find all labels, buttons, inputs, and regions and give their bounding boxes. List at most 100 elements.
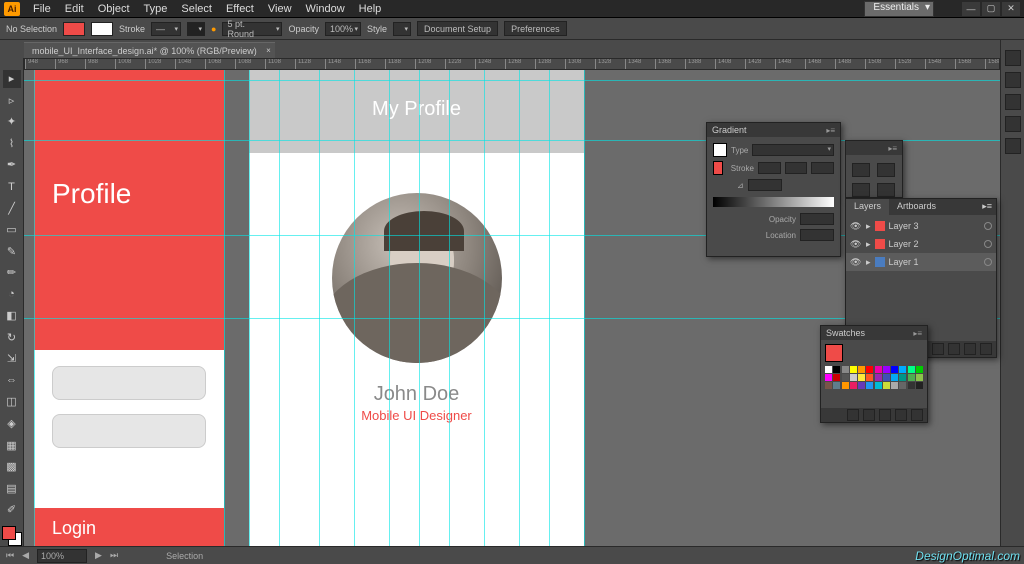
swatches-panel[interactable]: Swatches▸≡ xyxy=(820,325,928,423)
eraser-tool[interactable]: ◧ xyxy=(3,307,21,325)
swatch-cell[interactable] xyxy=(866,382,873,389)
clip-mask-icon[interactable] xyxy=(932,343,944,355)
gradient-preview[interactable] xyxy=(713,143,727,157)
panel-icon[interactable] xyxy=(1005,116,1021,132)
panel-icon[interactable] xyxy=(1005,138,1021,154)
menu-edit[interactable]: Edit xyxy=(58,3,91,15)
swatch-opts-icon[interactable] xyxy=(863,409,875,421)
document-tab[interactable]: mobile_UI_Interface_design.ai* @ 100% (R… xyxy=(24,42,275,58)
brush-tool[interactable]: ✎ xyxy=(3,242,21,260)
workspace-dropdown[interactable]: Essentials xyxy=(864,1,934,17)
artboard-login[interactable]: Profile Login xyxy=(34,70,224,546)
menu-type[interactable]: Type xyxy=(137,3,175,15)
artboards-tab[interactable]: Artboards xyxy=(889,199,944,215)
swatch-cell[interactable] xyxy=(883,374,890,381)
swatch-cell[interactable] xyxy=(858,382,865,389)
swatch-cell[interactable] xyxy=(875,366,882,373)
target-icon[interactable] xyxy=(984,258,992,266)
swatch-cell[interactable] xyxy=(866,366,873,373)
zoom-input[interactable]: 100% xyxy=(37,549,87,563)
swatch-cell[interactable] xyxy=(875,374,882,381)
lasso-tool[interactable]: ⌇ xyxy=(3,135,21,153)
new-group-icon[interactable] xyxy=(879,409,891,421)
brush-dropdown[interactable]: 5 pt. Round xyxy=(222,22,282,36)
menu-help[interactable]: Help xyxy=(352,3,389,15)
visibility-icon[interactable]: 👁 xyxy=(850,221,862,232)
pencil-tool[interactable]: ✏ xyxy=(3,264,21,282)
panel-icon[interactable] xyxy=(877,163,895,177)
panel-icon[interactable] xyxy=(1005,50,1021,66)
free-transform-tool[interactable]: ◫ xyxy=(3,393,21,411)
preferences-button[interactable]: Preferences xyxy=(504,21,567,36)
login-button[interactable]: Login xyxy=(34,508,224,546)
swatch-cell[interactable] xyxy=(858,374,865,381)
selection-tool[interactable]: ▸ xyxy=(3,70,21,88)
stroke-option[interactable] xyxy=(758,162,781,174)
swatch-cell[interactable] xyxy=(916,374,923,381)
style-dropdown[interactable] xyxy=(393,22,411,36)
delete-icon[interactable] xyxy=(980,343,992,355)
swatch-cell[interactable] xyxy=(850,366,857,373)
swatch-cell[interactable] xyxy=(842,382,849,389)
type-tool[interactable]: T xyxy=(3,178,21,196)
line-tool[interactable]: ╱ xyxy=(3,199,21,217)
menu-file[interactable]: File xyxy=(26,3,58,15)
target-icon[interactable] xyxy=(984,222,992,230)
width-tool[interactable]: ⇔ xyxy=(3,372,21,390)
swatch-cell[interactable] xyxy=(891,366,898,373)
nav-prev-icon[interactable]: ◀ xyxy=(22,550,29,561)
visibility-icon[interactable]: 👁 xyxy=(850,257,862,268)
menu-object[interactable]: Object xyxy=(91,3,137,15)
panel-menu-icon[interactable]: ▸≡ xyxy=(888,144,897,153)
document-setup-button[interactable]: Document Setup xyxy=(417,21,498,36)
swatch-cell[interactable] xyxy=(842,366,849,373)
swatch-cell[interactable] xyxy=(899,382,906,389)
rectangle-tool[interactable]: ▭ xyxy=(3,221,21,239)
pen-tool[interactable]: ✒ xyxy=(3,156,21,174)
swatch-cell[interactable] xyxy=(850,374,857,381)
swatch-cell[interactable] xyxy=(891,382,898,389)
gradient-ramp[interactable] xyxy=(713,197,834,207)
close-tab-icon[interactable]: × xyxy=(266,46,271,55)
menu-view[interactable]: View xyxy=(261,3,299,15)
swatch-cell[interactable] xyxy=(858,366,865,373)
nav-last-icon[interactable]: ⏭ xyxy=(110,550,118,561)
panel-menu-icon[interactable]: ▸≡ xyxy=(978,199,996,215)
panel-icon[interactable] xyxy=(1005,72,1021,88)
input-field[interactable] xyxy=(52,414,206,448)
blob-brush-tool[interactable]: ◔ xyxy=(3,285,21,303)
layer-row[interactable]: 👁▸Layer 3 xyxy=(846,217,996,235)
g-opacity-input[interactable] xyxy=(800,213,834,225)
artboard-profile[interactable]: My Profile John Doe Mobile UI Designer xyxy=(249,70,584,546)
swatch-cell[interactable] xyxy=(850,382,857,389)
target-icon[interactable] xyxy=(984,240,992,248)
shape-builder-tool[interactable]: ◈ xyxy=(3,415,21,433)
delete-swatch-icon[interactable] xyxy=(911,409,923,421)
layer-row[interactable]: 👁▸Layer 2 xyxy=(846,235,996,253)
swatch-cell[interactable] xyxy=(908,382,915,389)
stroke-weight-dropdown[interactable]: — xyxy=(151,22,181,36)
menu-window[interactable]: Window xyxy=(299,3,352,15)
angle-input[interactable] xyxy=(748,179,782,191)
swatch-cell[interactable] xyxy=(866,374,873,381)
input-field[interactable] xyxy=(52,366,206,400)
magic-wand-tool[interactable]: ✦ xyxy=(3,113,21,131)
panel-icon[interactable] xyxy=(1005,94,1021,110)
menu-select[interactable]: Select xyxy=(174,3,219,15)
swatch-cell[interactable] xyxy=(916,382,923,389)
fill-stroke-control[interactable] xyxy=(2,526,22,546)
gradient-swatch[interactable] xyxy=(713,161,723,175)
mesh-tool[interactable]: ▩ xyxy=(3,458,21,476)
swatch-cell[interactable] xyxy=(825,382,832,389)
swatch-cell[interactable] xyxy=(883,366,890,373)
rotate-tool[interactable]: ↻ xyxy=(3,329,21,347)
swatch-cell[interactable] xyxy=(875,382,882,389)
stroke-option[interactable] xyxy=(785,162,808,174)
swatch-cell[interactable] xyxy=(825,374,832,381)
direct-selection-tool[interactable]: ▹ xyxy=(3,92,21,110)
swatch-cell[interactable] xyxy=(833,382,840,389)
new-swatch-icon[interactable] xyxy=(895,409,907,421)
nav-next-icon[interactable]: ▶ xyxy=(95,550,102,561)
eyedropper-tool[interactable]: ✐ xyxy=(3,501,21,519)
panel-icon[interactable] xyxy=(852,163,870,177)
